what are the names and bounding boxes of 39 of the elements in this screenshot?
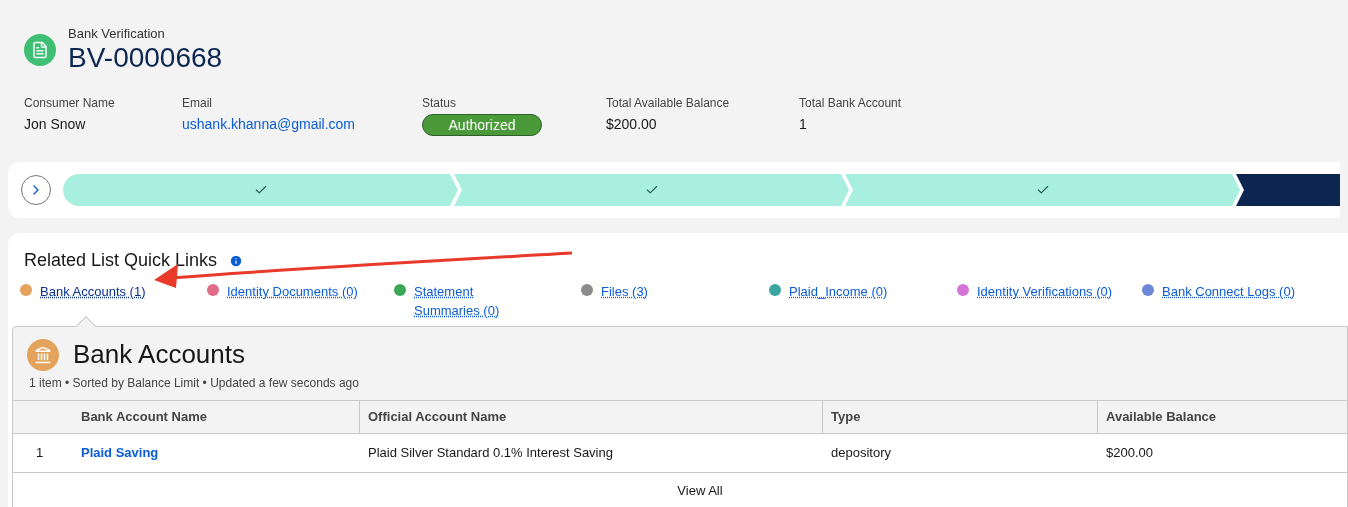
check-icon <box>1035 183 1050 197</box>
table-cell-text: Plaid Silver Standard 0.1% Interest Saving <box>367 444 614 463</box>
quick-link[interactable]: Bank Connect Logs (0) <box>1162 282 1295 301</box>
list-summary: 1 item • Sorted by Balance Limit • Updated a few seconds ago <box>28 375 360 392</box>
info-icon[interactable] <box>229 253 244 268</box>
view-all-link[interactable]: View All <box>677 481 723 501</box>
field-value: $200.00 <box>606 115 658 134</box>
record-title: BV-0000668 <box>68 42 223 74</box>
account-link[interactable]: Plaid Saving <box>81 443 359 463</box>
column-header[interactable]: Bank Account Name <box>81 407 207 427</box>
quick-link[interactable]: Identity Documents (0) <box>227 282 358 301</box>
column-header[interactable]: Type <box>831 407 861 427</box>
object-label: Bank Verification <box>68 26 166 42</box>
quick-link[interactable]: Files (3) <box>601 282 648 301</box>
record-icon <box>24 34 56 66</box>
quick-link[interactable]: Identity Verifications (0) <box>977 282 1113 301</box>
column-header[interactable]: Official Account Name <box>368 407 507 427</box>
column-header[interactable]: Available Balance <box>1106 407 1217 427</box>
field-label: Status <box>422 95 458 112</box>
bank-icon <box>27 338 59 371</box>
list-title: Bank Accounts <box>73 338 245 371</box>
table-cell-text: depository <box>830 444 892 463</box>
field-label: Total Available Balance <box>606 95 731 112</box>
quick-link[interactable]: Statement Summaries (0) <box>414 282 524 320</box>
field-label: Email <box>182 95 213 112</box>
field-label: Consumer Name <box>24 95 116 112</box>
check-icon <box>644 183 659 197</box>
field-value: Jon Snow <box>24 115 87 134</box>
email-link[interactable]: ushank.khanna@gmail.com <box>182 114 422 135</box>
check-icon <box>253 183 268 197</box>
field-label: Total Bank Account <box>799 95 903 112</box>
path-stage[interactable] <box>1236 174 1340 206</box>
table-cell-text: $200.00 <box>1105 444 1154 463</box>
section-title: Related List Quick Links <box>24 249 218 272</box>
quick-link[interactable]: Plaid_Income (0) <box>789 282 888 301</box>
status-badge: Authorized <box>422 114 542 136</box>
row-number: 1 <box>35 444 45 463</box>
quick-link[interactable]: Bank Accounts (1) <box>40 282 146 301</box>
field-value: 1 <box>799 115 808 134</box>
